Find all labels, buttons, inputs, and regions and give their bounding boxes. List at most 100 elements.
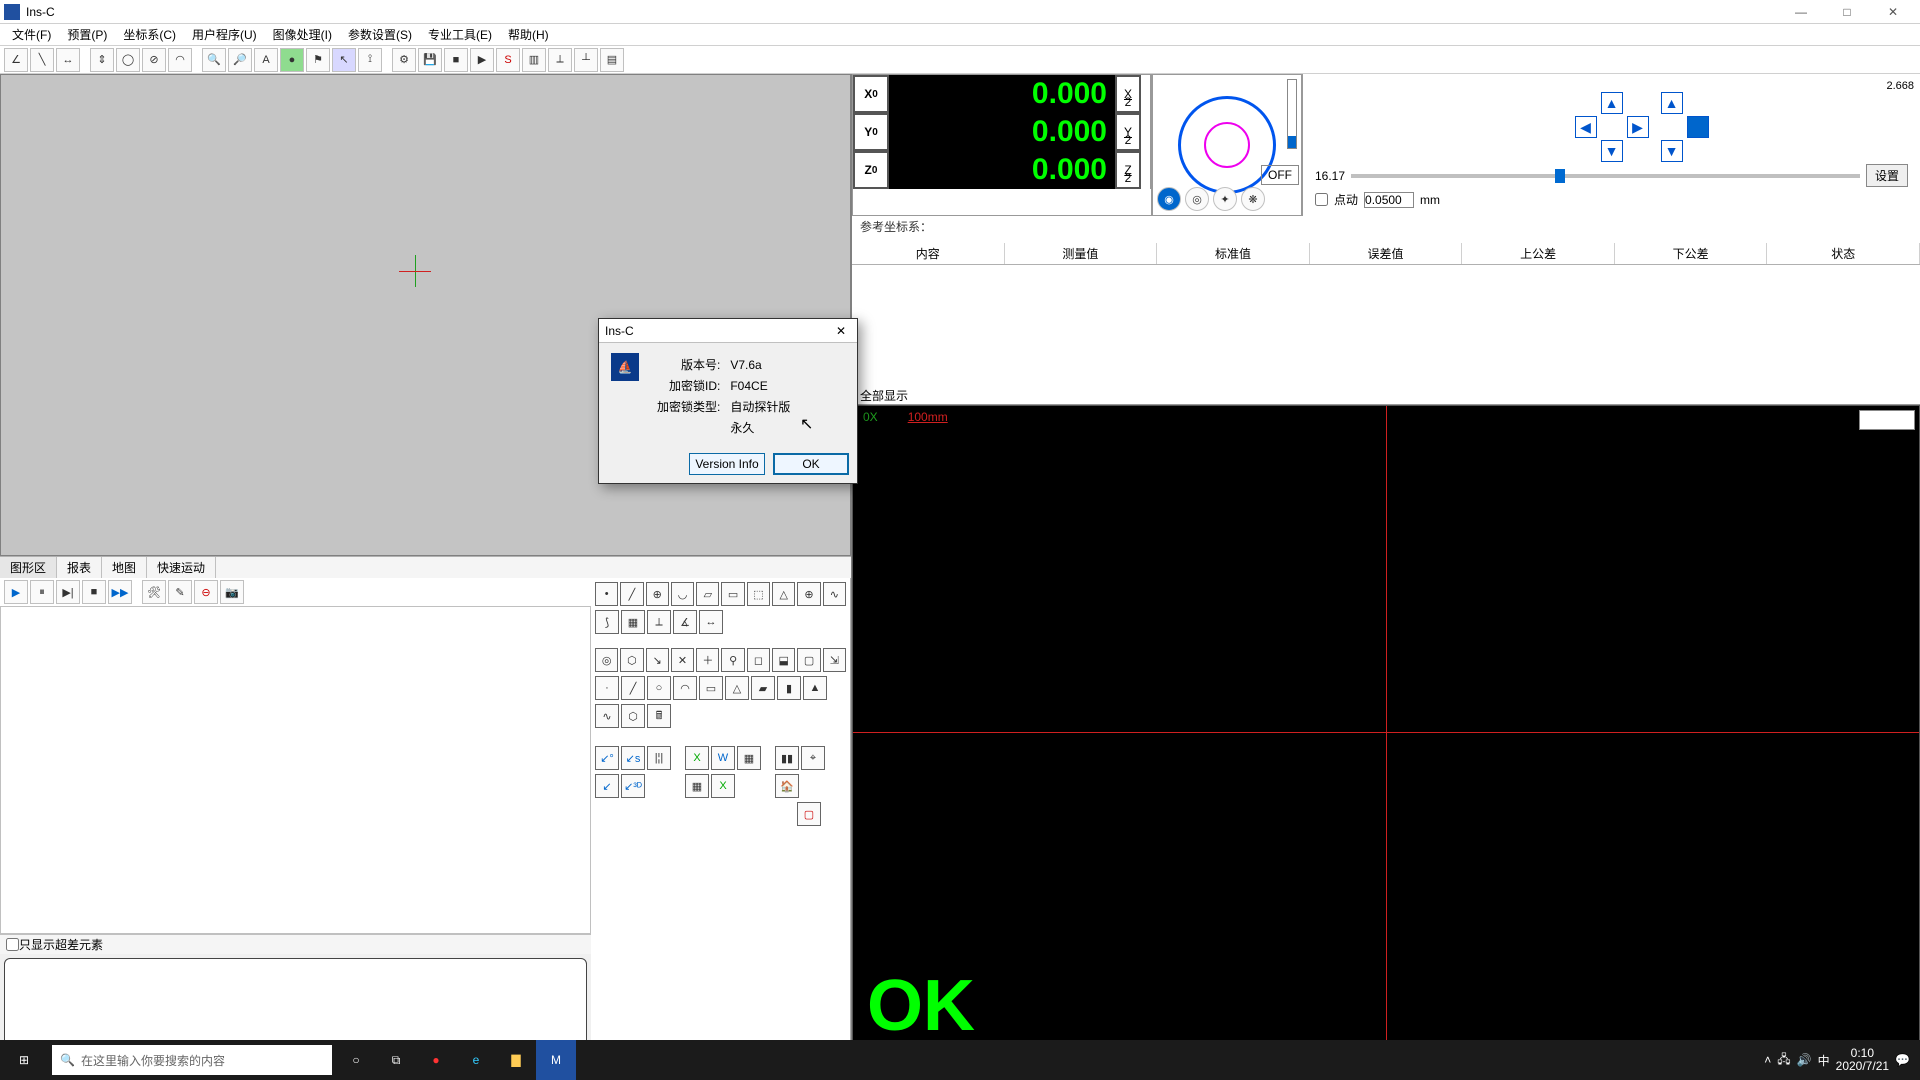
tool-dim-icon[interactable]: ↔: [56, 48, 80, 72]
exp-excel-icon[interactable]: X: [685, 746, 709, 770]
clr-btn-icon[interactable]: ▮▮: [775, 746, 799, 770]
c-hex-icon[interactable]: ⬡: [620, 648, 643, 672]
cs-3d-icon[interactable]: ↙³ᴰ: [621, 774, 645, 798]
c-pin-icon[interactable]: ⚲: [721, 648, 744, 672]
m-perp-icon[interactable]: ⟂: [647, 610, 671, 634]
menu-image[interactable]: 图像处理(I): [267, 24, 338, 45]
taskbar-search[interactable]: 🔍 在这里输入你要搜索的内容: [52, 1045, 332, 1075]
scope-mode2-icon[interactable]: ◎: [1185, 187, 1209, 211]
task-rec-icon[interactable]: ●: [416, 1040, 456, 1080]
tool-text-icon[interactable]: A: [254, 48, 278, 72]
show-outlier-checkbox[interactable]: [6, 938, 19, 951]
m-rect-icon[interactable]: ▭: [721, 582, 744, 606]
jog-stop[interactable]: [1687, 116, 1709, 138]
e-wave-icon[interactable]: ∿: [595, 704, 619, 728]
cs-bar-icon[interactable]: |¦|: [647, 746, 671, 770]
minimize-button[interactable]: —: [1778, 0, 1824, 24]
tray-up-icon[interactable]: ˄: [1764, 1053, 1771, 1067]
dialog-close-button[interactable]: ✕: [831, 324, 851, 338]
jog-zdown[interactable]: ▼: [1661, 140, 1683, 162]
tool-line-icon[interactable]: ╲: [30, 48, 54, 72]
tab-map[interactable]: 地图: [102, 557, 147, 578]
d-par-icon[interactable]: ▰: [751, 676, 775, 700]
tool-zoomin-icon[interactable]: 🔍: [202, 48, 226, 72]
exp-word-icon[interactable]: W: [711, 746, 735, 770]
target-btn-icon[interactable]: ⌖: [801, 746, 825, 770]
tool-bars-icon[interactable]: ▥: [522, 48, 546, 72]
d-cyl2-icon[interactable]: ▮: [777, 676, 801, 700]
maximize-button[interactable]: □: [1824, 0, 1870, 24]
video-combo[interactable]: [1859, 410, 1915, 430]
close-button[interactable]: ✕: [1870, 0, 1916, 24]
dro-y-half-button[interactable]: Y2: [1115, 113, 1141, 151]
full-display-tab[interactable]: 全部显示: [852, 385, 1920, 405]
tool-flag-icon[interactable]: ⚑: [306, 48, 330, 72]
dro-z-half-button[interactable]: Z2: [1115, 151, 1141, 189]
jog-value-input[interactable]: [1364, 192, 1414, 208]
c-down-icon[interactable]: ⬓: [772, 648, 795, 672]
speed-slider[interactable]: [1351, 174, 1860, 178]
tool-arc-icon[interactable]: ◠: [168, 48, 192, 72]
m-line-icon[interactable]: ╱: [620, 582, 643, 606]
m-angle-icon[interactable]: ∡: [673, 610, 697, 634]
menu-help[interactable]: 帮助(H): [502, 24, 555, 45]
video-view[interactable]: 0X100mm OK T: [852, 405, 1920, 1058]
task-edge-icon[interactable]: e: [456, 1040, 496, 1080]
tool-dim2-icon[interactable]: ⟟: [358, 48, 382, 72]
settings-button[interactable]: 设置: [1866, 164, 1908, 187]
red-tag-icon[interactable]: ▢: [797, 802, 821, 826]
scope-vslider[interactable]: [1287, 79, 1297, 149]
d-rect2-icon[interactable]: ▭: [699, 676, 723, 700]
m-hatch-icon[interactable]: ▦: [621, 610, 645, 634]
exp-csv-icon[interactable]: X: [711, 774, 735, 798]
c-circle-icon[interactable]: ◎: [595, 648, 618, 672]
menu-userprog[interactable]: 用户程序(U): [186, 24, 263, 45]
tool-vert-icon[interactable]: ⇕: [90, 48, 114, 72]
tray-notif-icon[interactable]: 💬: [1895, 1053, 1910, 1067]
scope-mode3-icon[interactable]: ✦: [1213, 187, 1237, 211]
tab-fastmove[interactable]: 快速运动: [147, 557, 216, 578]
menu-tools[interactable]: 专业工具(E): [422, 24, 498, 45]
d-arc2-icon[interactable]: ◠: [673, 676, 697, 700]
jog-down[interactable]: ▼: [1601, 140, 1623, 162]
jog-zup[interactable]: ▲: [1661, 92, 1683, 114]
tool-stop-icon[interactable]: ■: [444, 48, 468, 72]
tool-nocircle-icon[interactable]: ⊘: [142, 48, 166, 72]
e-calc-icon[interactable]: 🖩: [647, 704, 671, 728]
m-circle-icon[interactable]: ⊕: [646, 582, 669, 606]
tool-pointer-icon[interactable]: ↖: [332, 48, 356, 72]
pause-button[interactable]: ⏸: [30, 580, 54, 604]
exp-data-icon[interactable]: ▦: [685, 774, 709, 798]
tool-wrench-icon[interactable]: 🛠: [142, 580, 166, 604]
tool-edit-icon[interactable]: ✎: [168, 580, 192, 604]
m-dist-icon[interactable]: ↔: [699, 610, 723, 634]
tool-del-icon[interactable]: ⊖: [194, 580, 218, 604]
m-cyl-icon[interactable]: ⬚: [747, 582, 770, 606]
c-cross-icon[interactable]: ✕: [671, 648, 694, 672]
d-circ-icon[interactable]: ○: [647, 676, 671, 700]
c-img-icon[interactable]: ◻: [747, 648, 770, 672]
tool-circle-icon[interactable]: ◯: [116, 48, 140, 72]
m-plane-icon[interactable]: ▱: [696, 582, 719, 606]
tool-gear-icon[interactable]: ⚙: [392, 48, 416, 72]
home-icon[interactable]: 🏠: [775, 774, 799, 798]
task-view-icon[interactable]: ⧉: [376, 1040, 416, 1080]
scope-off-button[interactable]: OFF: [1261, 165, 1299, 185]
scope-mode1-icon[interactable]: ◉: [1157, 187, 1181, 211]
tool-grid-icon[interactable]: ▤: [600, 48, 624, 72]
m-cone-icon[interactable]: △: [772, 582, 795, 606]
menu-params[interactable]: 参数设置(S): [342, 24, 418, 45]
jog-left[interactable]: ◀: [1575, 116, 1597, 138]
tab-report[interactable]: 报表: [57, 557, 102, 578]
c-arrow-icon[interactable]: ↘: [646, 648, 669, 672]
m-point-icon[interactable]: •: [595, 582, 618, 606]
tab-graphics[interactable]: 图形区: [0, 557, 57, 578]
e-hex-icon[interactable]: ⬡: [621, 704, 645, 728]
m-curve-icon[interactable]: ⟆: [595, 610, 619, 634]
jog-right[interactable]: ▶: [1627, 116, 1649, 138]
result-table[interactable]: [852, 265, 1920, 385]
jog-up[interactable]: ▲: [1601, 92, 1623, 114]
program-list[interactable]: [0, 606, 591, 934]
d-ln-icon[interactable]: ╱: [621, 676, 645, 700]
version-info-button[interactable]: Version Info: [689, 453, 765, 475]
